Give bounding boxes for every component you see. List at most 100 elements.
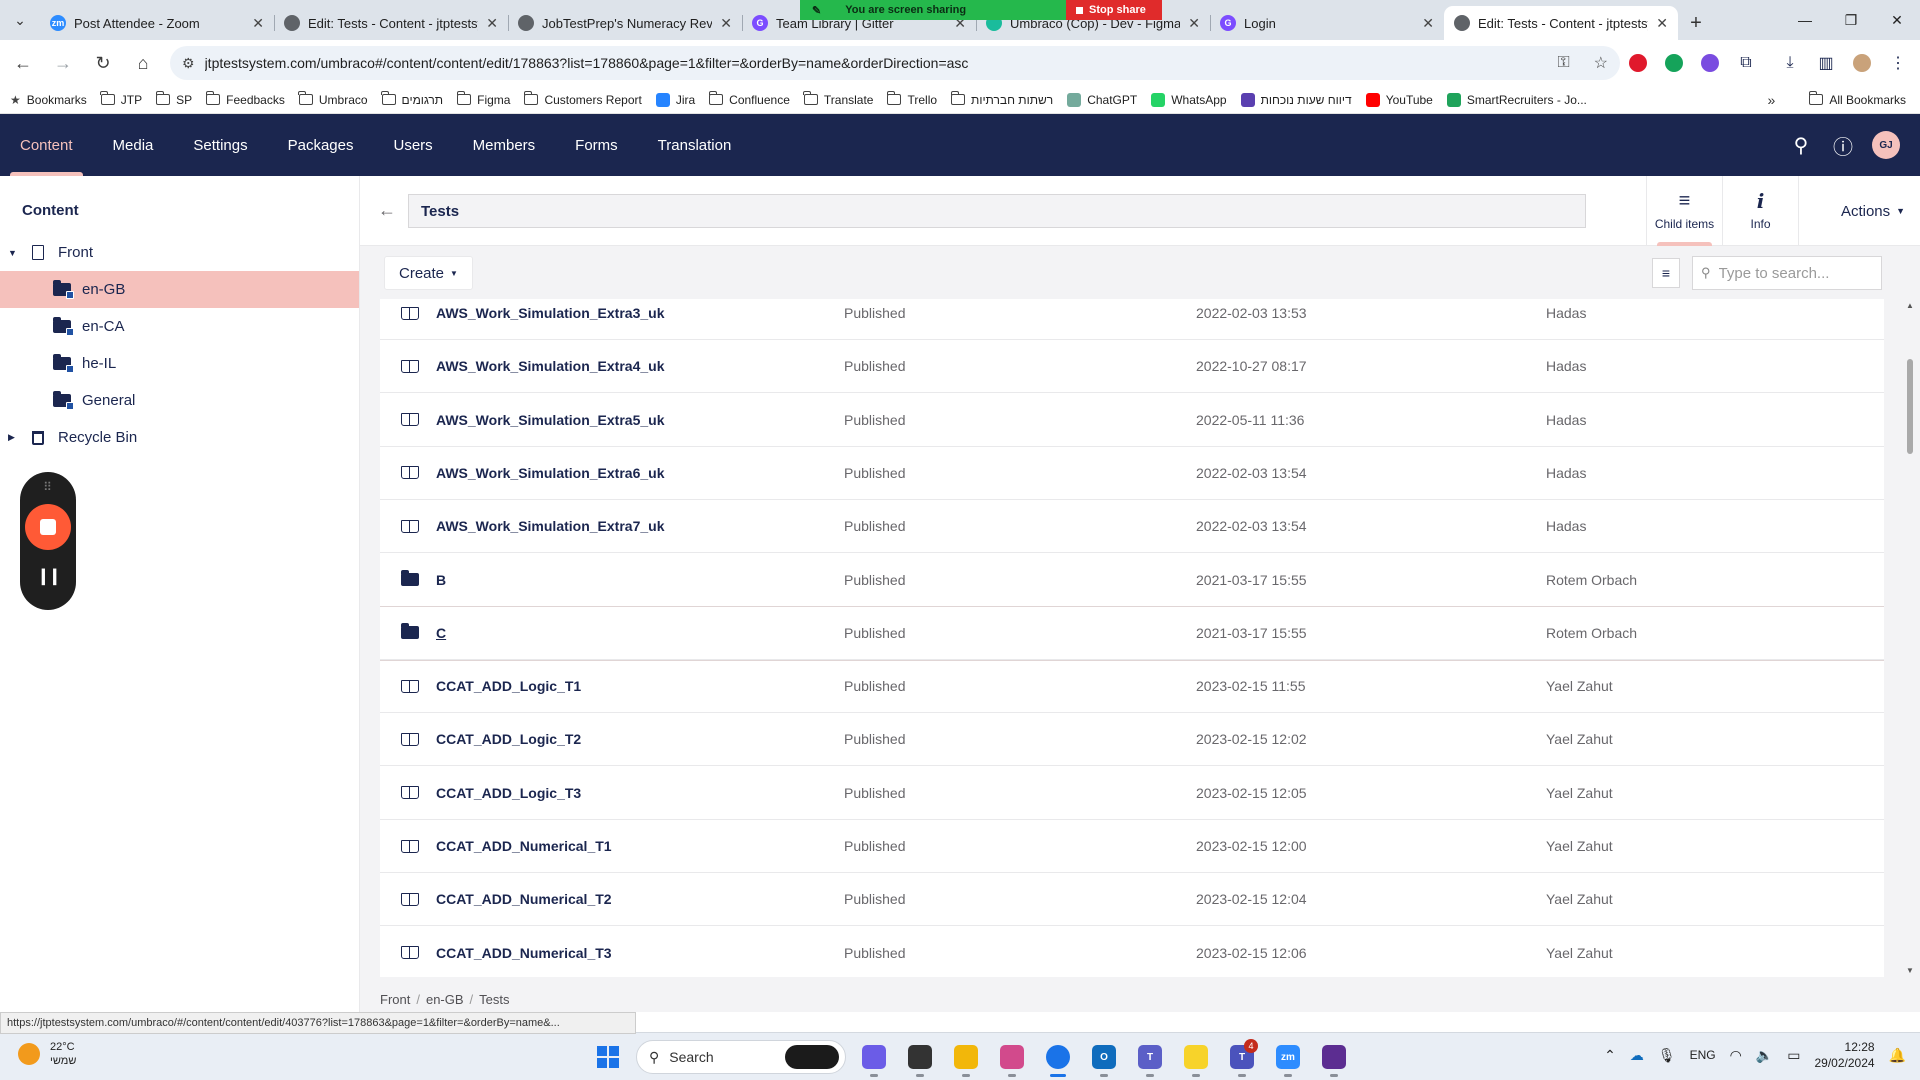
caret-right-icon[interactable]: ▶	[8, 432, 18, 443]
browser-tab[interactable]: Edit: Tests - Content - jtptestsystem ✕	[274, 6, 508, 40]
bookmark-item[interactable]: WhatsApp	[1151, 92, 1227, 107]
home-icon[interactable]: ⌂	[126, 46, 160, 80]
bookmark-item[interactable]: Customers Report	[523, 91, 642, 107]
row-name-link[interactable]: AWS_Work_Simulation_Extra6_uk	[436, 465, 664, 481]
omnibox[interactable]: ⚙ jtptestsystem.com/umbraco#/content/con…	[170, 46, 1620, 80]
create-button[interactable]: Create ▼	[384, 256, 473, 290]
section-settings[interactable]: Settings	[173, 114, 267, 176]
breadcrumb-item[interactable]: Front	[380, 992, 410, 1007]
stop-recording-button[interactable]	[25, 504, 71, 550]
search-icon[interactable]: ⚲	[1788, 132, 1814, 158]
bookmark-item[interactable]: YouTube	[1365, 92, 1433, 107]
onedrive-cloud-icon[interactable]: ☁	[1630, 1047, 1644, 1064]
browser-tab[interactable]: G Login ✕	[1210, 6, 1444, 40]
breadcrumb-item[interactable]: en-GB	[426, 992, 464, 1007]
new-tab-button[interactable]: +	[1678, 6, 1714, 40]
row-name-link[interactable]: CCAT_ADD_Logic_T1	[436, 678, 581, 694]
row-name-link[interactable]: AWS_Work_Simulation_Extra7_uk	[436, 518, 664, 534]
table-row[interactable]: CCAT_ADD_Logic_T2 Published 2023-02-15 12:…	[380, 713, 1884, 767]
bookmark-item[interactable]: ChatGPT	[1067, 92, 1137, 107]
scroll-down-icon[interactable]: ▼	[1906, 966, 1914, 975]
taskbar-sticky-notes[interactable]	[1178, 1039, 1214, 1077]
row-name-link[interactable]: AWS_Work_Simulation_Extra3_uk	[436, 305, 664, 321]
list-search-box[interactable]: ⚲	[1692, 256, 1882, 290]
bookmark-item[interactable]: תרגומים	[381, 91, 443, 107]
tree-node-general[interactable]: General	[0, 382, 359, 419]
bookmark-item[interactable]: JTP	[100, 91, 142, 107]
tray-overflow-chevron-icon[interactable]: ⌃	[1604, 1047, 1616, 1064]
browser-tab[interactable]: JobTestPrep's Numeracy Review ✕	[508, 6, 742, 40]
site-info-icon[interactable]: ⚙	[182, 55, 195, 72]
close-window-icon[interactable]: ✕	[1874, 0, 1920, 40]
table-row[interactable]: AWS_Work_Simulation_Extra4_uk Published 20…	[380, 340, 1884, 394]
bookmark-item[interactable]: רשתות חברתיות	[950, 91, 1053, 107]
section-users[interactable]: Users	[373, 114, 452, 176]
microphone-icon[interactable]: 🎙	[1658, 1047, 1676, 1064]
weather-widget[interactable]: 22°C שמשי	[18, 1040, 76, 1068]
node-name-input[interactable]: Tests	[408, 194, 1586, 228]
row-name-link[interactable]: CCAT_ADD_Logic_T3	[436, 785, 581, 801]
url-text[interactable]: jtptestsystem.com/umbraco#/content/conte…	[205, 55, 1534, 71]
row-name-link[interactable]: CCAT_ADD_Numerical_T3	[436, 945, 612, 961]
actions-button[interactable]: Actions ▼	[1826, 176, 1920, 246]
bookmark-item[interactable]: Trello	[886, 91, 937, 107]
caret-down-icon[interactable]: ▼	[8, 248, 18, 258]
table-row[interactable]: CCAT_ADD_Logic_T3 Published 2023-02-15 12:…	[380, 767, 1884, 820]
section-forms[interactable]: Forms	[555, 114, 638, 176]
app-child-items[interactable]: ≡ Child items	[1647, 176, 1723, 246]
downloads-icon[interactable]: ⤓	[1772, 46, 1808, 80]
row-name-link[interactable]: C	[436, 625, 446, 641]
table-row[interactable]: AWS_Work_Simulation_Extra5_uk Published 20…	[380, 394, 1884, 447]
tree-node-front[interactable]: ▼ Front	[0, 234, 359, 271]
bookmark-item[interactable]: Jira	[655, 92, 695, 107]
language-indicator[interactable]: ENG	[1690, 1048, 1716, 1062]
taskbar-recorder[interactable]	[1316, 1039, 1352, 1077]
list-search-input[interactable]	[1718, 264, 1869, 282]
back-arrow-icon[interactable]: ←	[6, 46, 40, 80]
clock[interactable]: 12:28 29/02/2024	[1815, 1039, 1875, 1071]
row-name-link[interactable]: AWS_Work_Simulation_Extra5_uk	[436, 412, 664, 428]
table-row[interactable]: AWS_Work_Simulation_Extra3_uk Published 20…	[380, 299, 1884, 340]
taskbar-snipping-tool[interactable]	[994, 1039, 1030, 1077]
restore-icon[interactable]: ❐	[1828, 0, 1874, 40]
bookmark-item[interactable]: ★ Bookmarks	[10, 93, 87, 107]
taskbar-file-viewer[interactable]	[902, 1039, 938, 1077]
side-panel-icon[interactable]: ▥	[1808, 46, 1844, 80]
password-key-icon[interactable]: ⚿	[1557, 54, 1569, 72]
app-info[interactable]: i Info	[1723, 176, 1799, 246]
taskbar-chrome[interactable]	[1040, 1039, 1076, 1077]
list-layout-icon[interactable]: ≡	[1652, 258, 1680, 288]
extensions-puzzle-icon[interactable]: ⧉	[1728, 46, 1764, 80]
profile-avatar-icon[interactable]	[1844, 46, 1880, 80]
section-content[interactable]: Content	[0, 114, 93, 176]
tab-search-chevron-icon[interactable]: ⌄	[0, 0, 40, 40]
tree-node-recycle-bin[interactable]: ▶ Recycle Bin	[0, 419, 359, 456]
taskbar-search[interactable]: ⚲ Search	[636, 1040, 846, 1074]
forward-arrow-icon[interactable]: →	[46, 46, 80, 80]
bookmark-star-icon[interactable]: ☆	[1594, 53, 1608, 73]
row-name-link[interactable]: AWS_Work_Simulation_Extra4_uk	[436, 358, 664, 374]
all-bookmarks-folder[interactable]: All Bookmarks	[1808, 91, 1906, 107]
purple-extension-icon[interactable]	[1692, 46, 1728, 80]
tab-close-icon[interactable]: ✕	[486, 15, 498, 32]
table-row[interactable]: CCAT_ADD_Numerical_T1 Published 2023-02-15…	[380, 820, 1884, 873]
notifications-bell-icon[interactable]: 🔔	[1889, 1047, 1906, 1064]
bookmark-item[interactable]: Umbraco	[298, 91, 368, 107]
browser-tab[interactable]: Edit: Tests - Content - jtptestsystem ✕	[1444, 6, 1678, 40]
bookmark-item[interactable]: Feedbacks	[205, 91, 285, 107]
taskbar-copilot[interactable]	[856, 1039, 892, 1077]
tree-node-en-ca[interactable]: en-CA	[0, 308, 359, 345]
browser-tab[interactable]: zm Post Attendee - Zoom ✕	[40, 6, 274, 40]
row-name-link[interactable]: CCAT_ADD_Numerical_T2	[436, 891, 612, 907]
section-packages[interactable]: Packages	[268, 114, 374, 176]
tab-close-icon[interactable]: ✕	[1188, 15, 1200, 32]
bookmark-item[interactable]: Confluence	[708, 91, 790, 107]
tree-node-en-gb[interactable]: en-GB	[0, 271, 359, 308]
table-row[interactable]: AWS_Work_Simulation_Extra7_uk Published 20…	[380, 500, 1884, 554]
row-name-link[interactable]: CCAT_ADD_Logic_T2	[436, 731, 581, 747]
scroll-up-icon[interactable]: ▲	[1906, 301, 1914, 310]
stop-share-button[interactable]: Stop share	[1066, 0, 1162, 20]
help-icon[interactable]: ⓘ	[1830, 132, 1856, 159]
bookmarks-overflow-icon[interactable]: »	[1768, 92, 1776, 108]
bookmark-item[interactable]: Translate	[803, 91, 873, 107]
